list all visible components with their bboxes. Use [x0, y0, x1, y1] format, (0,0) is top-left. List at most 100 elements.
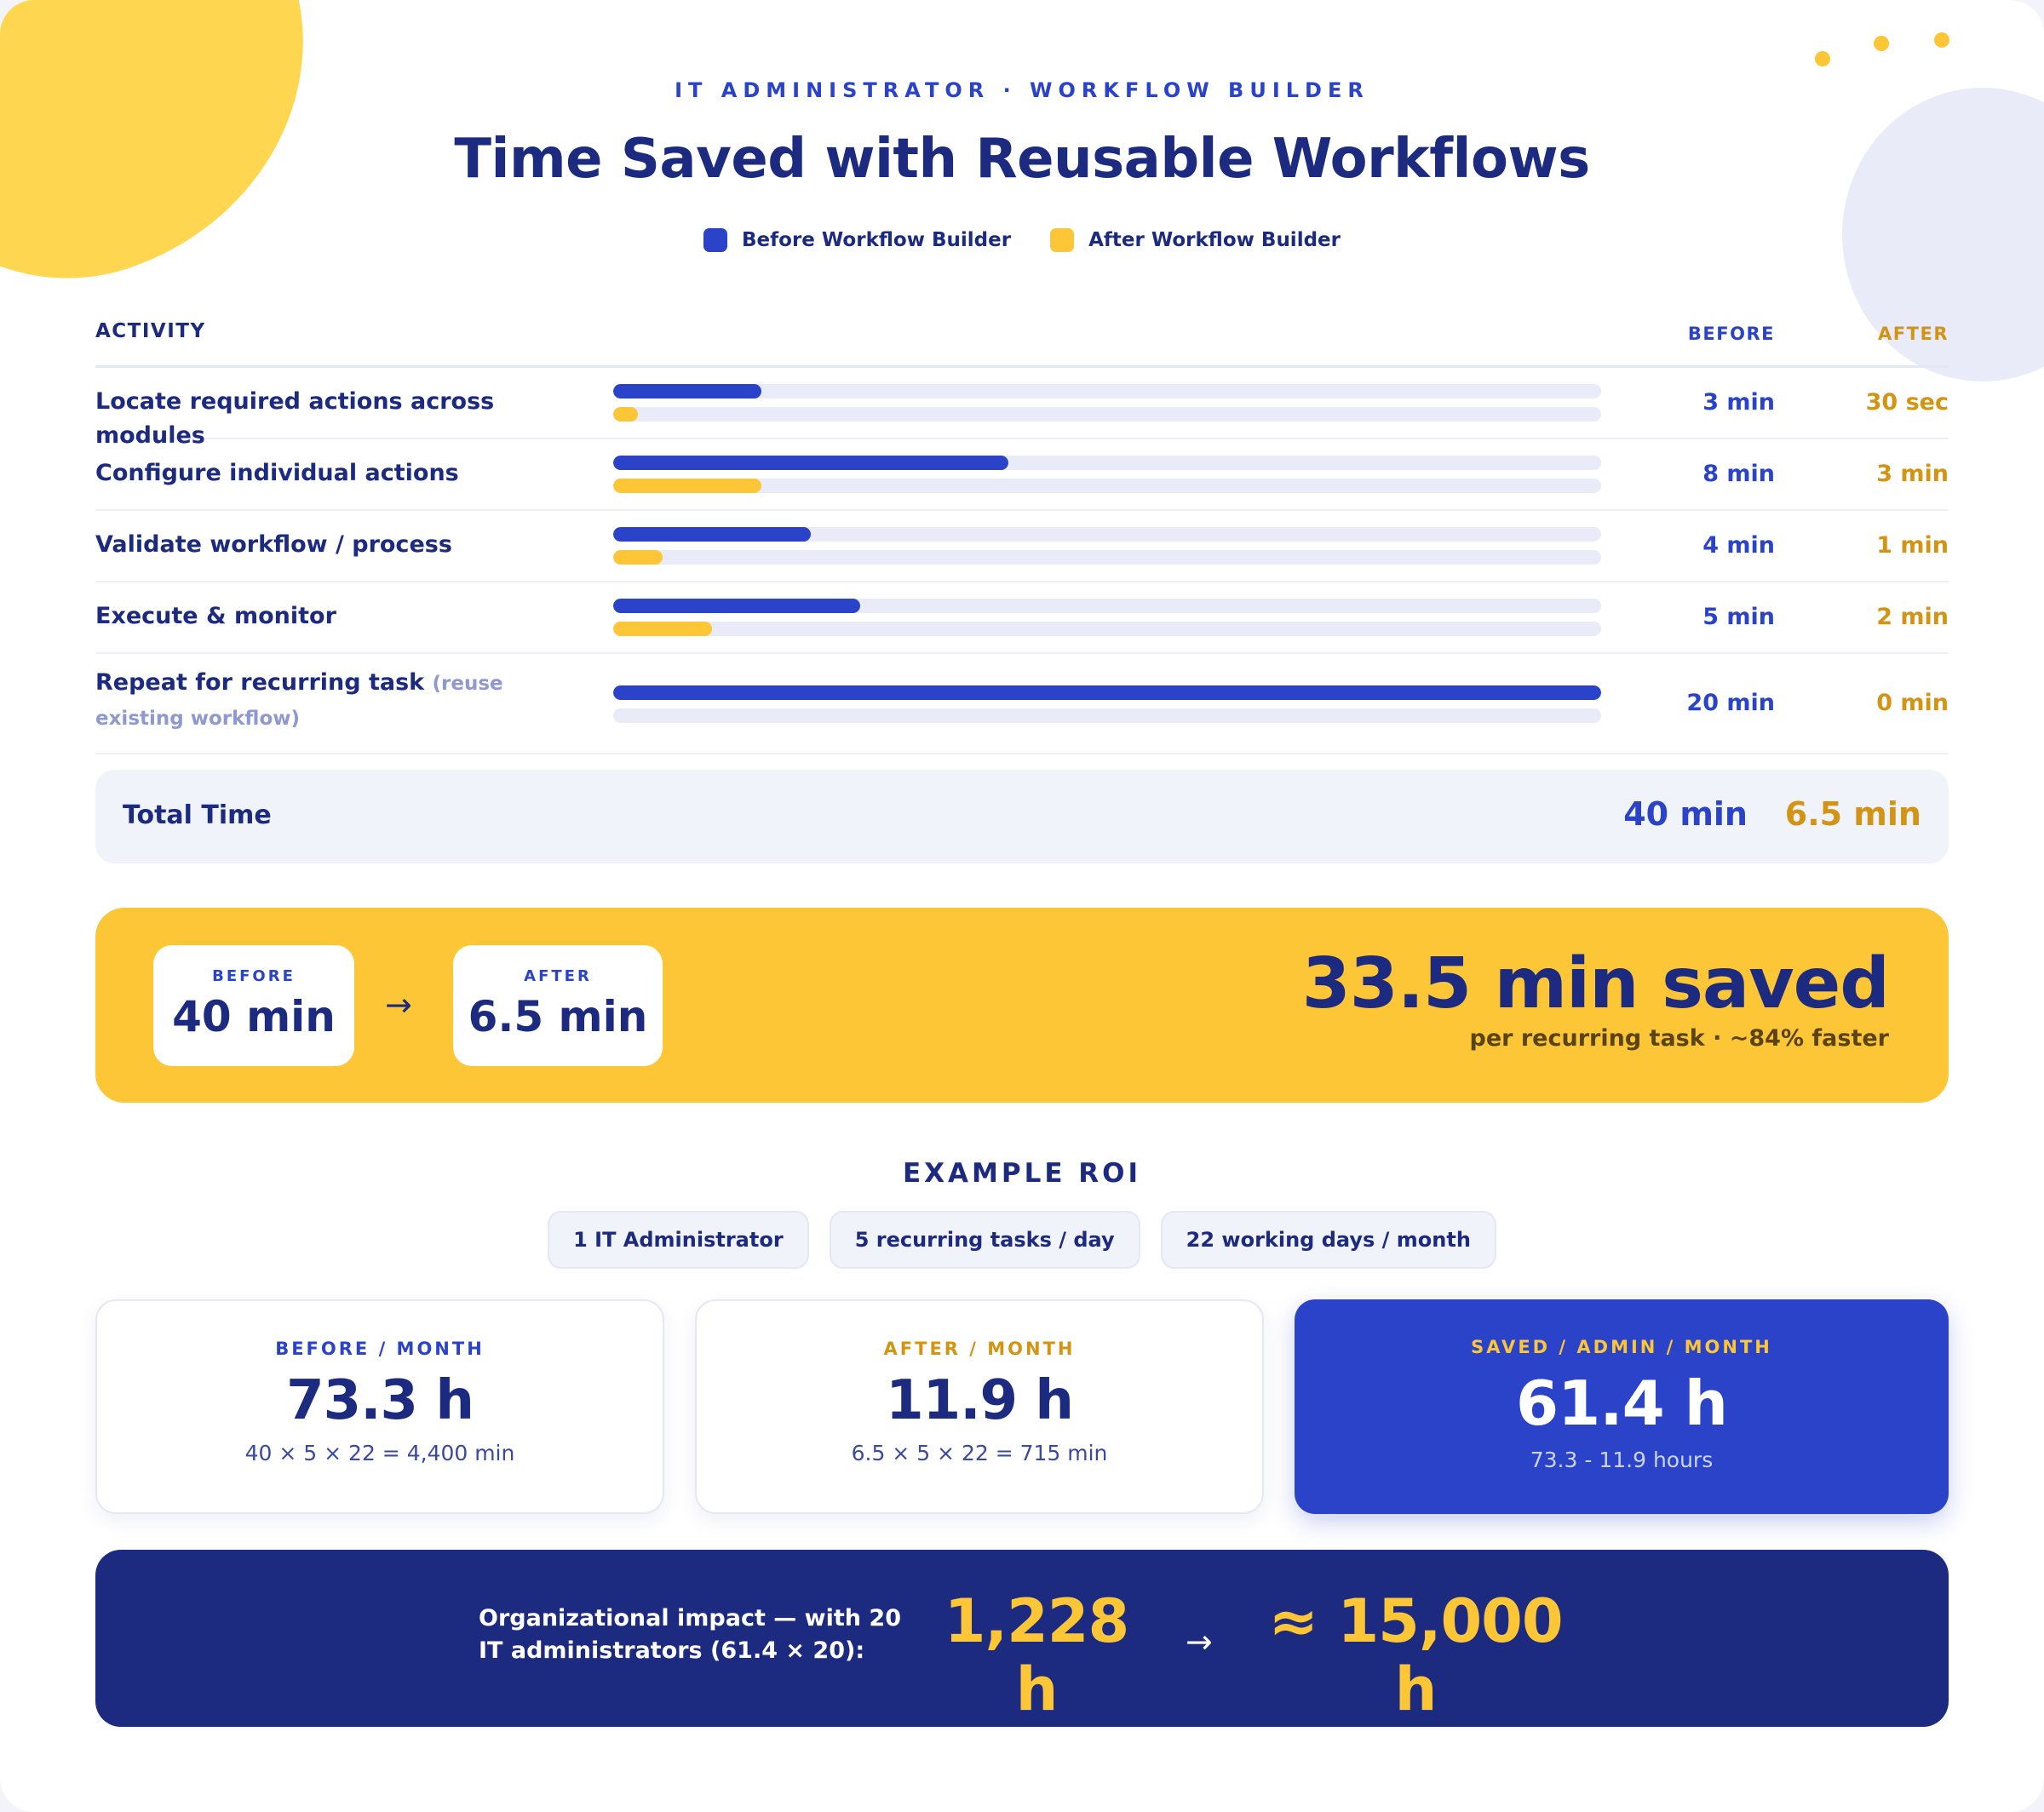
- roi-title: EXAMPLE ROI: [902, 1158, 1142, 1189]
- banner-after-card: AFTER 6.5 min: [453, 945, 663, 1066]
- value-before: 20 min: [1686, 690, 1775, 716]
- total-before-value: 40 min: [1623, 795, 1748, 833]
- legend-swatch-before: [703, 228, 727, 252]
- roi-card-formula: 40 × 5 × 22 = 4,400 min: [244, 1441, 515, 1465]
- value-after: 0 min: [1876, 690, 1949, 716]
- value-after: 3 min: [1876, 461, 1949, 487]
- value-before: 3 min: [1702, 389, 1775, 416]
- value-before: 4 min: [1702, 532, 1775, 559]
- time-saved-subtitle: per recurring task · ~84% faster: [1469, 1025, 1889, 1052]
- impact-yearly-value: ≈ 15,000 h: [1268, 1586, 1563, 1724]
- bar-track: [613, 527, 1601, 542]
- savings-banner: BEFORE 40 min → AFTER 6.5 min 33.5 min s…: [95, 908, 1949, 1103]
- bar-track: [613, 685, 1601, 700]
- impact-yearly: ≈ 15,000 h SAVED / YEAR: [1262, 1587, 1569, 1748]
- impact-monthly-caption: SAVED / MONTH: [941, 1727, 1132, 1748]
- value-after: 2 min: [1876, 604, 1949, 630]
- activity-label: Repeat for recurring task (reuse existin…: [95, 666, 572, 736]
- value-before: 5 min: [1702, 604, 1775, 630]
- bar-before: [613, 527, 811, 542]
- legend-item-after: After Workflow Builder: [1050, 228, 1341, 252]
- activity-name: Configure individual actions: [95, 460, 459, 486]
- table-row: Execute & monitor 5 min 2 min: [95, 582, 1949, 654]
- table-row: Configure individual actions 8 min 3 min: [95, 439, 1949, 511]
- bar-after: [613, 479, 761, 493]
- arrow-right-icon: →: [1186, 1623, 1213, 1660]
- bar-before: [613, 456, 1008, 470]
- infographic-page: IT ADMINISTRATOR · WORKFLOW BUILDER Time…: [0, 0, 2044, 1812]
- activity-label: Validate workflow / process: [95, 528, 572, 562]
- bar-track: [613, 599, 1601, 613]
- bar-before: [613, 599, 860, 613]
- assumption-chip: 5 recurring tasks / day: [829, 1211, 1140, 1269]
- total-label: Total Time: [123, 800, 272, 830]
- roi-card-before: BEFORE / MONTH 73.3 h 40 × 5 × 22 = 4,40…: [95, 1299, 664, 1514]
- total-time-row: Total Time 40 min 6.5 min: [95, 770, 1949, 863]
- activity-table: ACTIVITY BEFORE AFTER Locate required ac…: [95, 313, 1949, 754]
- arrow-right-icon: →: [385, 986, 412, 1024]
- table-row: Validate workflow / process 4 min 1 min: [95, 511, 1949, 582]
- bar-track: [613, 456, 1601, 470]
- decorative-dot: [1815, 51, 1830, 66]
- value-after: 1 min: [1876, 532, 1949, 559]
- roi-card-formula: 73.3 - 11.9 hours: [1530, 1448, 1714, 1472]
- legend-label-before: Before Workflow Builder: [742, 229, 1012, 251]
- banner-before-value: 40 min: [172, 992, 336, 1041]
- bar-after: [613, 622, 712, 636]
- value-before: 8 min: [1702, 461, 1775, 487]
- chart-legend: Before Workflow Builder After Workflow B…: [0, 228, 2044, 252]
- roi-card-caption: SAVED / ADMIN / MONTH: [1471, 1337, 1772, 1357]
- bar-after: [613, 550, 663, 565]
- roi-card-value: 61.4 h: [1516, 1368, 1728, 1439]
- bar-track: [613, 708, 1601, 723]
- activity-name: Execute & monitor: [95, 603, 336, 629]
- activity-label: Configure individual actions: [95, 456, 572, 490]
- impact-yearly-caption: SAVED / YEAR: [1333, 1727, 1498, 1748]
- legend-item-before: Before Workflow Builder: [703, 228, 1011, 252]
- decorative-dot: [1874, 36, 1889, 51]
- impact-monthly: 1,228 h SAVED / MONTH: [922, 1587, 1151, 1748]
- roi-card-value: 11.9 h: [886, 1369, 1074, 1432]
- assumption-chip: 1 IT Administrator: [548, 1211, 809, 1269]
- roi-card-formula: 6.5 × 5 × 22 = 715 min: [851, 1441, 1108, 1465]
- legend-swatch-after: [1050, 228, 1075, 252]
- bar-before: [613, 685, 1601, 700]
- activity-name: Validate workflow / process: [95, 531, 452, 558]
- table-row: Locate required actions across modules 3 …: [95, 368, 1949, 449]
- impact-monthly-value: 1,228 h: [944, 1586, 1129, 1724]
- table-rows: Locate required actions across modules 3 …: [95, 368, 1949, 754]
- legend-label-after: After Workflow Builder: [1088, 229, 1341, 251]
- bar-track: [613, 407, 1601, 421]
- table-row: Repeat for recurring task (reuse existin…: [95, 654, 1949, 754]
- roi-card-saved: SAVED / ADMIN / MONTH 61.4 h 73.3 - 11.9…: [1295, 1299, 1949, 1514]
- time-saved-value: 33.5 min saved: [1301, 943, 1890, 1024]
- bar-track: [613, 550, 1601, 565]
- impact-label: Organizational impact — with 20 IT admin…: [479, 1605, 901, 1664]
- roi-assumptions: 1 IT Administrator 5 recurring tasks / d…: [0, 1211, 2044, 1269]
- column-header-before: BEFORE: [1687, 324, 1775, 344]
- bar-track: [613, 479, 1601, 493]
- table-header: ACTIVITY BEFORE AFTER: [95, 313, 1949, 368]
- bar-before: [613, 384, 761, 399]
- roi-card-caption: BEFORE / MONTH: [275, 1339, 485, 1359]
- bar-track: [613, 622, 1601, 636]
- page-title: Time Saved with Reusable Workflows: [454, 128, 1590, 191]
- column-header-activity: ACTIVITY: [95, 320, 206, 342]
- banner-before-card: BEFORE 40 min: [153, 945, 354, 1066]
- eyebrow-label: IT ADMINISTRATOR · WORKFLOW BUILDER: [675, 78, 1369, 102]
- banner-after-value: 6.5 min: [468, 992, 648, 1041]
- assumption-chip: 22 working days / month: [1160, 1211, 1496, 1269]
- value-after: 30 sec: [1865, 389, 1949, 416]
- bar-after: [613, 407, 638, 421]
- total-after-value: 6.5 min: [1784, 795, 1921, 833]
- banner-before-caption: BEFORE: [212, 967, 296, 985]
- roi-card-after: AFTER / MONTH 11.9 h 6.5 × 5 × 22 = 715 …: [695, 1299, 1264, 1514]
- roi-card-value: 73.3 h: [286, 1369, 474, 1432]
- decorative-dot: [1934, 32, 1949, 48]
- organizational-impact-panel: Organizational impact — with 20 IT admin…: [95, 1550, 1949, 1748]
- activity-name: Repeat for recurring task: [95, 669, 425, 696]
- banner-after-caption: AFTER: [524, 967, 592, 985]
- activity-label: Execute & monitor: [95, 599, 572, 634]
- column-header-after: AFTER: [1878, 324, 1949, 344]
- roi-card-caption: AFTER / MONTH: [883, 1339, 1076, 1359]
